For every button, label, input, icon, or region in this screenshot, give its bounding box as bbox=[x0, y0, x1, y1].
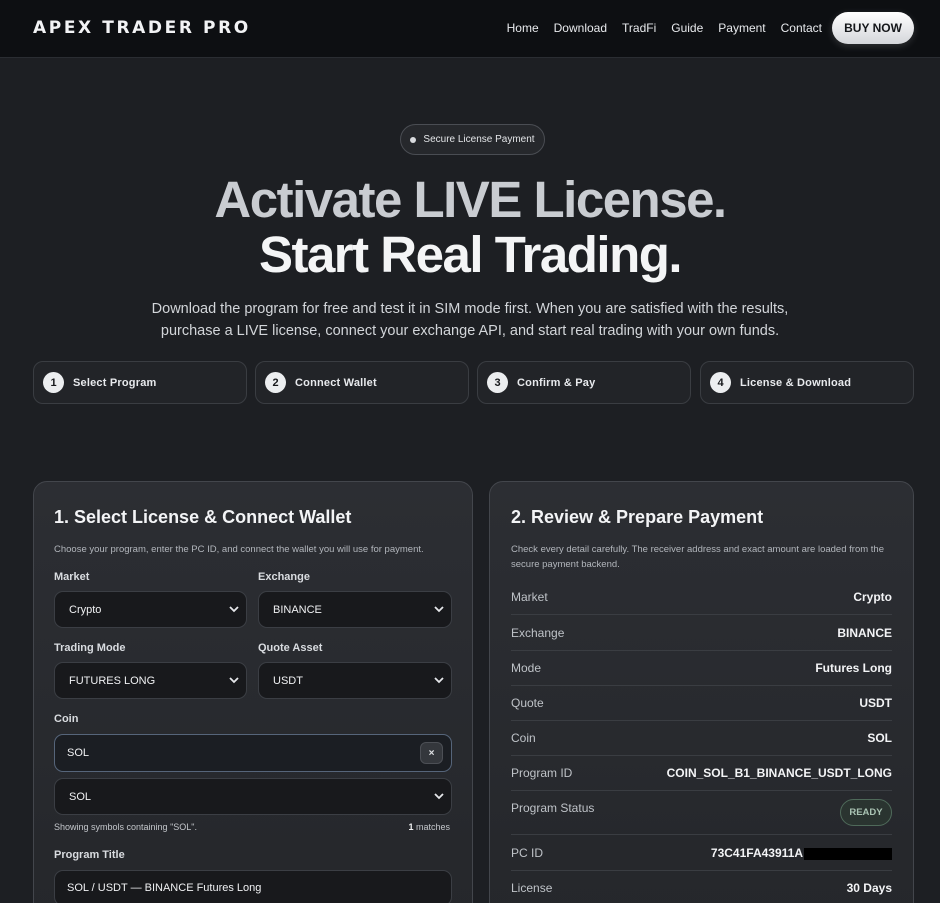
market-select[interactable]: Crypto bbox=[54, 591, 247, 628]
trading-mode-value: FUTURES LONG bbox=[69, 674, 156, 687]
quote-asset-label: Quote Asset bbox=[258, 642, 323, 654]
card-title: 1. Select License & Connect Wallet bbox=[54, 507, 352, 527]
chevron-down-icon bbox=[434, 677, 444, 684]
step-number: 3 bbox=[487, 372, 508, 393]
license-wallet-card: 1. Select License & Connect Wallet Choos… bbox=[33, 481, 473, 903]
step-label: Confirm & Pay bbox=[517, 376, 596, 389]
review-row-exchange: Exchange BINANCE bbox=[511, 614, 892, 650]
program-title-label: Program Title bbox=[54, 849, 125, 861]
review-key: Coin bbox=[511, 731, 536, 745]
top-nav: APEX TRADER PRO Home Download TradFi Gui… bbox=[0, 0, 940, 58]
redacted-block bbox=[804, 847, 892, 860]
close-icon: × bbox=[428, 747, 435, 759]
step-select-program[interactable]: 1 Select Program bbox=[33, 361, 247, 404]
nav-link-payment[interactable]: Payment bbox=[718, 21, 765, 35]
pc-id-value: 73C41FA43911A bbox=[710, 846, 803, 860]
review-payment-card: 2. Review & Prepare Payment Check every … bbox=[489, 481, 914, 903]
review-value: 30 Days bbox=[846, 881, 892, 895]
step-label: Select Program bbox=[73, 376, 157, 389]
review-row-market: Market Crypto bbox=[511, 578, 892, 614]
nav-links: Home Download TradFi Guide Payment Conta… bbox=[492, 21, 822, 35]
step-license-download[interactable]: 4 License & Download bbox=[700, 361, 914, 404]
program-title-input[interactable]: SOL / USDT — BINANCE Futures Long bbox=[54, 870, 452, 903]
exchange-value: BINANCE bbox=[273, 603, 322, 616]
nav-link-tradfi[interactable]: TradFi bbox=[622, 21, 656, 35]
trading-mode-label: Trading Mode bbox=[54, 642, 126, 654]
review-row-license: License 30 Days bbox=[511, 870, 892, 903]
review-row-coin: Coin SOL bbox=[511, 720, 892, 755]
hero-title-line2: Start Real Trading. bbox=[258, 226, 683, 283]
review-key: Quote bbox=[511, 696, 544, 710]
review-key: Mode bbox=[511, 661, 542, 675]
nav-link-guide[interactable]: Guide bbox=[671, 21, 703, 35]
step-confirm-pay[interactable]: 3 Confirm & Pay bbox=[477, 361, 691, 404]
review-value: Futures Long bbox=[815, 661, 892, 675]
review-row-program-id: Program ID COIN_SOL_B1_BINANCE_USDT_LONG bbox=[511, 755, 892, 790]
exchange-label: Exchange bbox=[258, 571, 310, 583]
review-row-quote: Quote USDT bbox=[511, 685, 892, 720]
program-title-value: SOL / USDT — BINANCE Futures Long bbox=[67, 882, 262, 894]
review-key: License bbox=[511, 881, 553, 895]
nav-link-home[interactable]: Home bbox=[507, 21, 539, 35]
nav-link-download[interactable]: Download bbox=[554, 21, 607, 35]
chevron-down-icon bbox=[229, 677, 239, 684]
trading-mode-select[interactable]: FUTURES LONG bbox=[54, 662, 247, 699]
match-word: matches bbox=[413, 822, 450, 832]
review-row-pc-id: PC ID 73C41FA43911A bbox=[511, 834, 892, 870]
chevron-down-icon bbox=[434, 606, 444, 613]
review-value-wrap: 73C41FA43911A bbox=[711, 846, 892, 860]
quote-asset-value: USDT bbox=[273, 674, 303, 687]
review-row-program-status: Program Status READY bbox=[511, 790, 892, 834]
card-title: 2. Review & Prepare Payment bbox=[511, 507, 764, 527]
market-value: Crypto bbox=[69, 603, 102, 616]
coin-search-input[interactable]: SOL × bbox=[54, 734, 452, 772]
buy-now-button[interactable]: BUY NOW bbox=[832, 12, 914, 44]
step-number: 1 bbox=[43, 372, 64, 393]
status-dot-icon bbox=[410, 136, 417, 143]
coin-label: Coin bbox=[54, 713, 79, 725]
step-connect-wallet[interactable]: 2 Connect Wallet bbox=[255, 361, 469, 404]
quote-asset-select[interactable]: USDT bbox=[258, 662, 452, 699]
review-value: Crypto bbox=[853, 590, 892, 604]
review-row-mode: Mode Futures Long bbox=[511, 650, 892, 685]
step-number: 4 bbox=[710, 372, 731, 393]
review-key: Exchange bbox=[511, 626, 565, 640]
card-subtitle: Choose your program, enter the PC ID, an… bbox=[54, 544, 424, 555]
secure-payment-badge: Secure License Payment bbox=[400, 124, 545, 155]
review-value: SOL bbox=[867, 731, 892, 745]
review-key: Market bbox=[511, 590, 548, 604]
review-value: COIN_SOL_B1_BINANCE_USDT_LONG bbox=[666, 766, 892, 780]
brand-logo[interactable]: APEX TRADER PRO bbox=[33, 18, 251, 38]
coin-select[interactable]: SOL bbox=[54, 778, 452, 815]
hero-title-line1: Activate LIVE License. bbox=[214, 171, 727, 228]
status-badge: READY bbox=[840, 799, 892, 826]
hero-description: Download the program for free and test i… bbox=[151, 301, 789, 339]
review-key: Program Status bbox=[511, 801, 595, 815]
chevron-down-icon bbox=[229, 606, 239, 613]
step-number: 2 bbox=[265, 372, 286, 393]
market-label: Market bbox=[54, 571, 90, 583]
match-count: 1 matches bbox=[408, 822, 450, 832]
review-value: USDT bbox=[859, 696, 892, 710]
exchange-select[interactable]: BINANCE bbox=[258, 591, 452, 628]
review-key: PC ID bbox=[511, 846, 544, 860]
step-label: Connect Wallet bbox=[295, 376, 377, 389]
review-value: BINANCE bbox=[837, 626, 892, 640]
coin-search-value: SOL bbox=[67, 747, 90, 759]
card-subtitle: Check every detail carefully. The receiv… bbox=[511, 544, 884, 570]
coin-select-value: SOL bbox=[69, 790, 92, 803]
clear-search-button[interactable]: × bbox=[420, 742, 443, 764]
badge-label: Secure License Payment bbox=[423, 134, 535, 145]
symbol-filter-hint: Showing symbols containing "SOL". bbox=[54, 822, 197, 832]
chevron-down-icon bbox=[434, 793, 444, 800]
step-label: License & Download bbox=[740, 376, 852, 389]
nav-link-contact[interactable]: Contact bbox=[781, 21, 822, 35]
review-key: Program ID bbox=[511, 766, 573, 780]
